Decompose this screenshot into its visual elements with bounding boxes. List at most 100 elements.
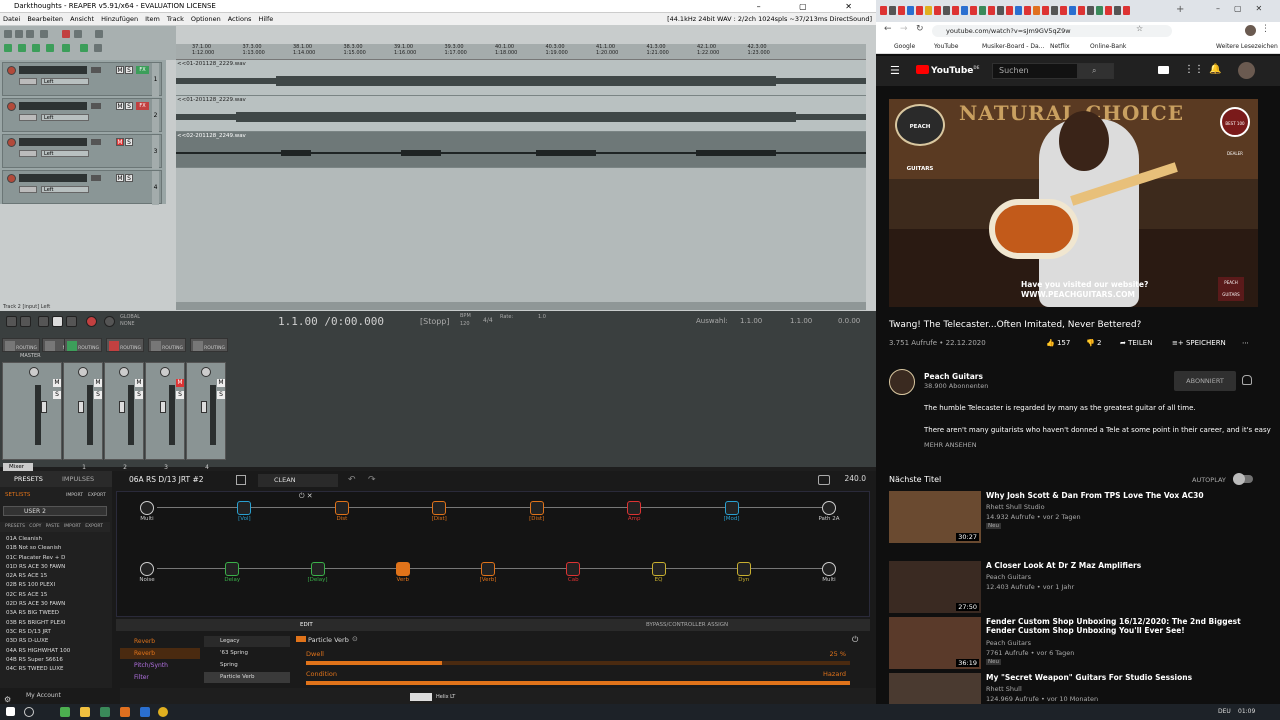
mute-button[interactable]: M [176,379,184,387]
mute-button[interactable]: M [116,66,124,74]
go-end-icon[interactable] [20,316,31,327]
input-monitor-button[interactable] [19,186,37,193]
waveform[interactable] [176,104,866,130]
preset-item[interactable]: 02D RS ACE 30 FAWN [0,600,110,609]
preset-item[interactable]: 03A RS BIG TWEED [0,609,110,618]
preset-item[interactable]: 03D RS D-LUXE [0,637,110,646]
create-video-icon[interactable] [1158,66,1169,74]
browser-tab[interactable] [970,6,977,15]
subscribed-button[interactable]: ABONNIERT [1174,371,1236,391]
track-name-field[interactable] [19,102,87,110]
browser-tab[interactable] [898,6,905,15]
video-thumbnail[interactable]: 27:50 [889,561,981,613]
forward-icon[interactable]: → [900,24,908,34]
solo-button[interactable]: S [176,391,184,399]
menu-optionen[interactable]: Optionen [191,15,221,23]
solo-button[interactable]: S [53,391,61,399]
setlist-import[interactable]: IMPORT [66,491,86,500]
solo-button[interactable]: S [125,102,133,110]
preset-item[interactable]: 02C RS ACE 15 [0,591,110,600]
browser-tab[interactable] [907,6,914,15]
track-lane[interactable]: <<01-201128_2229.wav [176,60,866,96]
solo-button[interactable]: S [125,138,133,146]
browser-tab[interactable] [1096,6,1103,15]
rec-channel[interactable]: Peach Guitars [986,639,1031,647]
volume-fader[interactable] [91,139,101,145]
mixer-strip[interactable]: M S 2 [104,362,144,471]
undo-icon[interactable] [40,30,48,38]
strip-routing[interactable]: ROUTING [64,338,102,352]
mute-button[interactable]: M [116,174,124,182]
bookmark-online-bank[interactable]: Online-Bank [1090,40,1126,54]
setlist-select[interactable]: USER 2 [3,506,107,516]
notifications-bell-icon[interactable]: 🔔 [1209,64,1221,75]
play-icon[interactable] [52,316,63,327]
horizontal-scrollbar[interactable] [176,302,866,310]
browser-tab[interactable] [916,6,923,15]
track-row[interactable]: M S Left 4 [2,170,162,205]
input-monitor-button[interactable] [19,114,37,121]
record-icon[interactable] [86,316,97,327]
profile-avatar[interactable] [1245,25,1256,36]
waveform[interactable] [176,140,866,166]
mute-button[interactable]: M [53,379,61,387]
block-amp[interactable] [627,501,642,515]
windows-start-icon[interactable] [6,707,15,716]
block-vol[interactable] [237,501,252,515]
menu-track[interactable]: Track [167,15,184,23]
preset-item[interactable]: 04C RS TWEED LUXE [0,665,110,674]
window-controls[interactable]: – ▢ ✕ [757,0,870,13]
volume-fader[interactable] [91,103,101,109]
volume-fader[interactable] [91,67,101,73]
preset-item[interactable]: 04A RS HIGHWHAT 100 [0,647,110,656]
block-delay[interactable] [310,562,325,576]
fx-button[interactable]: FX [136,66,149,74]
preset-item[interactable]: 01B Not so Cleanish [0,544,110,553]
category-reverb[interactable]: Reverb [120,636,200,647]
input-select[interactable]: Left [41,186,89,193]
recommended-video[interactable]: 30:27 Why Josh Scott & Dan From TPS Love… [889,491,1280,547]
fx-button[interactable]: FX [136,102,149,110]
preset-item[interactable]: 02B RS 100 PLEXI [0,581,110,590]
redo-icon[interactable]: ↷ [368,475,376,485]
track-name-field[interactable] [19,138,87,146]
channel-avatar[interactable] [889,369,915,395]
window-controls[interactable]: –▢✕ [1216,4,1276,13]
record-arm-button[interactable] [7,138,16,147]
block-delay[interactable] [225,562,240,576]
volume-fader[interactable] [119,401,125,413]
browser-tab[interactable] [961,6,968,15]
browser-tab[interactable] [880,6,887,15]
app-icon[interactable] [140,707,150,717]
timeline-ruler[interactable]: 37.1.00 1:12.000 37.3.00 1:13.000 38.1.00 1:1… [176,44,866,60]
autoplay-toggle[interactable] [1233,473,1253,485]
preset-item[interactable]: 03C RS D/13 JRT [0,628,110,637]
input-monitor-button[interactable] [19,150,37,157]
browser-tab[interactable] [1006,6,1013,15]
time-signature[interactable]: 4/4 [483,317,493,324]
save-button[interactable]: ≡+ SPEICHERN [1172,339,1226,347]
param-slider[interactable] [306,661,850,665]
app-icon[interactable] [60,707,70,717]
track-name-field[interactable] [19,174,87,182]
strip-routing[interactable]: ROUTING [106,338,144,352]
track-lane[interactable]: <<01-201128_2229.wav [176,96,866,132]
waveform[interactable] [176,68,866,94]
account-button[interactable]: ⚙ My Account [0,688,120,704]
mute-button[interactable]: M [116,102,124,110]
block-dyn[interactable] [736,562,751,576]
input-monitor-button[interactable] [19,78,37,85]
tab-presets[interactable]: PRESETS [14,471,43,487]
bypass-power-icon[interactable]: ⏻ [852,635,858,645]
browser-tab[interactable] [1087,6,1094,15]
youtube-logo[interactable]: YouTubeDE [916,65,979,76]
block-noise[interactable] [140,562,154,576]
import-button[interactable]: IMPORT [64,524,81,529]
chrome-icon[interactable] [158,707,168,717]
snap-icon[interactable] [95,30,103,38]
bookmark-google[interactable]: Google [894,40,915,54]
reaper-taskbar-icon[interactable] [100,707,110,717]
track-name-field[interactable] [19,66,87,74]
block-multi[interactable] [822,562,836,576]
menu-hilfe[interactable]: Hilfe [258,15,273,23]
